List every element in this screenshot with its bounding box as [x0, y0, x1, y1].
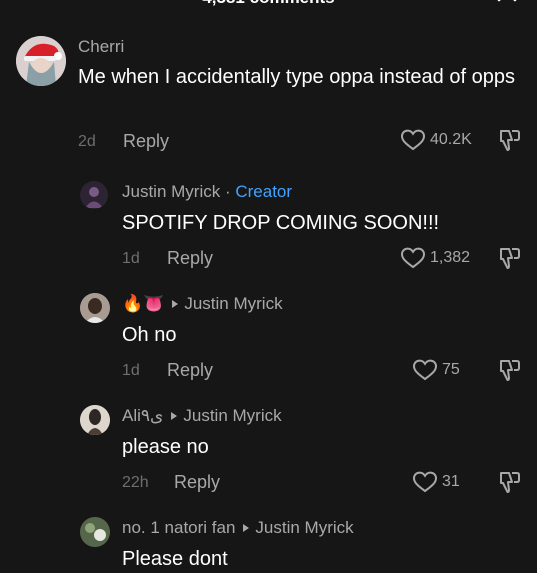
username-text[interactable]: Aliﻯ٩ [122, 406, 163, 425]
username-text[interactable]: no. 1 natori fan [122, 518, 235, 537]
comment-text: Oh no [122, 324, 177, 346]
heart-icon [412, 359, 438, 381]
avatar[interactable] [80, 405, 110, 435]
comment-text: Please dont [122, 548, 228, 570]
reply-arrow-icon [243, 524, 250, 533]
like-count: 75 [442, 361, 460, 378]
username-text[interactable]: Cherri [78, 37, 124, 56]
reply-button[interactable]: Reply [167, 248, 213, 269]
dislike-icon[interactable] [497, 357, 523, 383]
heart-icon [400, 247, 426, 269]
comment-text: SPOTIFY DROP COMING SOON!!! [122, 212, 440, 234]
like-button[interactable]: 31 [412, 470, 460, 494]
dislike-icon[interactable] [497, 245, 523, 271]
reply-arrow-icon [172, 300, 179, 309]
username-text[interactable]: Justin Myrick [122, 182, 220, 201]
comment-timestamp: 1d [122, 362, 140, 379]
comment-text: please no [122, 436, 209, 458]
heart-icon [412, 471, 438, 493]
close-icon[interactable] [495, 0, 519, 4]
creator-badge: Creator [235, 182, 293, 201]
comment-timestamp: 22h [122, 474, 149, 491]
dislike-icon[interactable] [497, 469, 523, 495]
avatar[interactable] [80, 181, 108, 209]
comment-text: Me when I accidentally type oppa instead… [78, 66, 515, 88]
comment-username[interactable]: Aliﻯ٩ Justin Myrick [122, 406, 282, 426]
reply-to-username[interactable]: Justin Myrick [255, 518, 353, 537]
comment-timestamp: 2d [78, 133, 96, 150]
dislike-icon[interactable] [497, 127, 523, 153]
comment-username[interactable]: Cherri [78, 37, 124, 57]
comment-username[interactable]: 🔥👅 Justin Myrick [122, 294, 283, 314]
heart-icon [400, 129, 426, 151]
avatar[interactable] [16, 36, 66, 86]
reply-button[interactable]: Reply [167, 360, 213, 381]
separator-dot: · [220, 182, 236, 201]
reply-button[interactable]: Reply [123, 131, 169, 152]
reply-to-username[interactable]: Justin Myrick [184, 294, 282, 313]
comment-username[interactable]: no. 1 natori fan Justin Myrick [122, 518, 354, 538]
reply-arrow-icon [171, 412, 178, 421]
comment-username[interactable]: Justin Myrick · Creator [122, 182, 292, 202]
like-button[interactable]: 1,382 [400, 246, 470, 270]
comments-count-title: 4,381 comments [0, 0, 537, 8]
reply-to-username[interactable]: Justin Myrick [183, 406, 281, 425]
avatar[interactable] [80, 293, 110, 323]
like-count: 31 [442, 473, 460, 490]
like-count: 1,382 [430, 249, 471, 266]
like-count: 40.2K [430, 131, 472, 148]
like-button[interactable]: 40.2K [400, 128, 472, 152]
comments-header: 4,381 comments [0, 0, 537, 12]
like-button[interactable]: 75 [412, 358, 460, 382]
username-text[interactable]: 🔥👅 [122, 294, 164, 313]
reply-button[interactable]: Reply [174, 472, 220, 493]
comment-timestamp: 1d [122, 250, 140, 267]
avatar[interactable] [80, 517, 110, 547]
